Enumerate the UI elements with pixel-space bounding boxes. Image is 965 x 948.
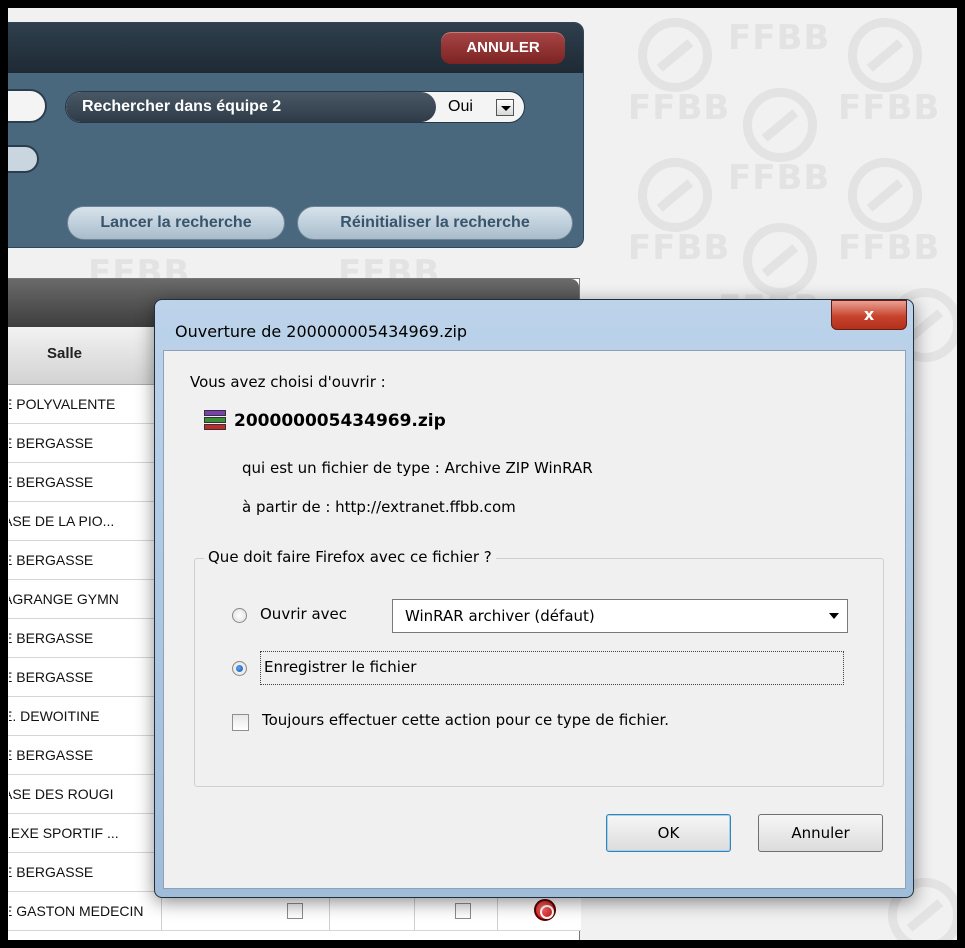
criterion-field-left[interactable] — [8, 89, 47, 123]
watermark-text: FFBB — [628, 228, 731, 268]
ok-button[interactable]: OK — [606, 814, 731, 852]
watermark-text: FFBB — [838, 88, 941, 128]
save-file-radio[interactable] — [232, 661, 247, 676]
criterion-team2[interactable]: Rechercher dans équipe 2 Oui — [65, 91, 525, 123]
watermark-text: FFBB — [628, 88, 731, 128]
reset-search-button[interactable]: Réinitialiser la recherche — [297, 206, 573, 240]
file-name: 200000005434969.zip — [234, 411, 446, 431]
winrar-archive-icon — [204, 410, 226, 432]
row-checkbox[interactable] — [455, 903, 471, 919]
open-with-app-value: WinRAR archiver (défaut) — [405, 607, 595, 625]
salle-cell: AGRANGE GYMN — [9, 580, 162, 619]
chevron-down-icon[interactable] — [496, 99, 514, 116]
search-panel-header: ANNULER — [8, 23, 583, 73]
salle-cell: E BERGASSE — [9, 736, 162, 775]
salle-cell: ASE DE LA PIO... — [9, 502, 162, 541]
salle-cell: ASE DES ROUGI — [9, 775, 162, 814]
watermark-text: FFBB — [728, 18, 831, 58]
always-do-checkbox[interactable] — [232, 714, 249, 731]
close-icon[interactable]: x — [831, 300, 907, 330]
save-file-label[interactable]: Enregistrer le fichier — [264, 658, 416, 676]
launch-search-button[interactable]: Lancer la recherche — [67, 206, 285, 240]
cancel-search-button[interactable]: ANNULER — [441, 32, 565, 64]
action-groupbox-title: Que doit faire Firefox avec ce fichier ? — [204, 548, 496, 566]
watermark-text: FFBB — [728, 158, 831, 198]
screen: FFBB FFBB FFBB FFBB FFBB FFBB FFBB FFBB … — [8, 8, 957, 940]
salle-cell: E POLYVALENTE — [9, 385, 162, 424]
chevron-down-icon — [829, 613, 839, 619]
search-panel: ANNULER Rechercher dans équipe 2 Oui Lan… — [8, 22, 584, 248]
open-with-radio[interactable] — [232, 608, 247, 623]
watermark-text: FFBB — [838, 228, 941, 268]
ffbb-logo-icon[interactable] — [534, 899, 556, 921]
file-source: à partir de : http://extranet.ffbb.com — [242, 498, 516, 516]
salle-cell: E GASTON MEDECIN — [9, 892, 162, 931]
criterion-team2-value: Oui — [448, 98, 473, 115]
salle-cell: E BERGASSE — [9, 424, 162, 463]
salle-cell: E. DEWOITINE — [9, 697, 162, 736]
salle-cell: E BERGASSE — [9, 463, 162, 502]
salle-cell: E BERGASSE — [9, 853, 162, 892]
dialog-intro: Vous avez choisi d'ouvrir : — [190, 373, 386, 391]
file-type: qui est un fichier de type : Archive ZIP… — [242, 459, 593, 477]
always-do-label[interactable]: Toujours effectuer cette action pour ce … — [262, 711, 669, 729]
criterion-field-small[interactable] — [8, 145, 39, 173]
salle-cell: E BERGASSE — [9, 541, 162, 580]
dialog-body: Vous avez choisi d'ouvrir : 200000005434… — [163, 350, 906, 889]
salle-cell: E BERGASSE — [9, 619, 162, 658]
cancel-button[interactable]: Annuler — [758, 814, 883, 852]
criterion-team2-label: Rechercher dans équipe 2 — [66, 92, 436, 122]
download-dialog: Ouverture de 200000005434969.zip x Vous … — [154, 299, 914, 898]
column-header-salle-label: Salle — [47, 345, 83, 362]
dialog-title: Ouverture de 200000005434969.zip — [175, 322, 468, 341]
salle-cell: LEXE SPORTIF ... — [9, 814, 162, 853]
open-with-label[interactable]: Ouvrir avec — [260, 605, 347, 623]
open-with-app-select[interactable]: WinRAR archiver (défaut) — [392, 599, 848, 633]
row-checkbox[interactable] — [287, 903, 303, 919]
salle-cell: E BERGASSE — [9, 658, 162, 697]
